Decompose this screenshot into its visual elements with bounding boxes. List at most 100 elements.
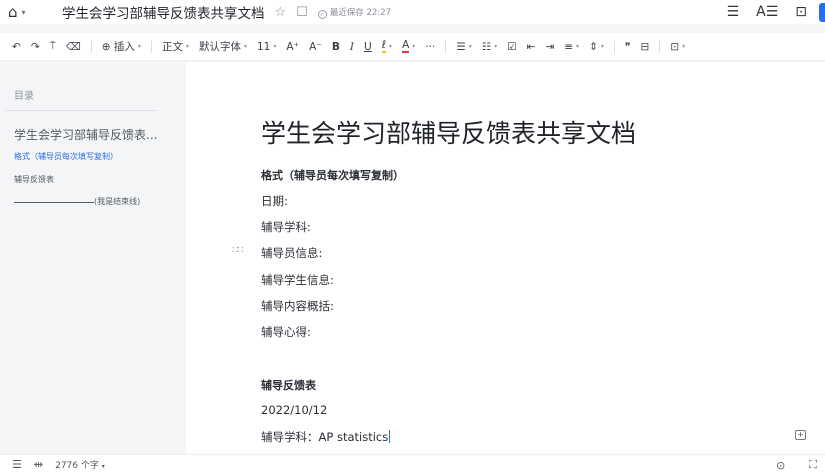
toolbar-divider (613, 40, 615, 53)
numbered-list-button[interactable]: ☷ ▾ (482, 41, 497, 53)
font-settings-icon[interactable]: A☰ (756, 4, 778, 20)
font-color-button[interactable]: A ▾ (402, 40, 415, 53)
outline-item-end-line[interactable]: (我是结束线) (14, 196, 140, 207)
entry-date[interactable]: 2022/10/12 (261, 403, 327, 417)
outline-item-feedback[interactable]: 辅导反馈表 (14, 174, 54, 185)
chevron-down-icon: ▾ (273, 43, 277, 50)
outdent-icon[interactable]: ⇤ (527, 41, 536, 53)
outline-toggle-icon[interactable]: ☰ (12, 458, 22, 471)
document-title[interactable]: 学生会学习部辅导反馈表共享文档 (62, 2, 265, 22)
format-heading[interactable]: 格式（辅导员每次填写复制） (261, 167, 404, 183)
entry-subject[interactable]: 辅导学科：AP statistics (261, 429, 391, 445)
status-bar: ☰ ⇹ 2776 个字 ▾ ⊙ ⛶ (0, 454, 825, 474)
outline-item-format[interactable]: 格式（辅导员每次填写复制） (14, 151, 118, 162)
undo-icon[interactable]: ↶ (12, 41, 21, 53)
title-bar-actions: ☰ A☰ ⊡ (710, 0, 825, 24)
home-menu[interactable]: ⌂ ▾ (8, 3, 40, 21)
save-status: ✓ 最近保存 22:27 (317, 6, 392, 19)
fullscreen-icon[interactable]: ⛶ (809, 458, 817, 472)
save-status-text: 最近保存 22:27 (329, 7, 392, 18)
decrease-font-icon[interactable]: A⁻ (309, 41, 322, 53)
align-button[interactable]: ≡ ▾ (564, 41, 579, 53)
tag-icon[interactable]: ☐ (296, 5, 308, 20)
section-heading[interactable]: 辅导反馈表 (261, 377, 316, 393)
chevron-down-icon: ▾ (494, 43, 498, 50)
end-line-label: (我是结束线) (94, 197, 141, 206)
line-spacing-icon: ⇕ (589, 40, 598, 53)
toolbar-divider (90, 40, 92, 53)
increase-font-icon[interactable]: A⁺ (286, 41, 299, 53)
field-content-summary[interactable]: 辅导内容概括: (261, 298, 334, 314)
chevron-down-icon: ▾ (600, 43, 604, 50)
todo-icon[interactable]: ☑ (507, 41, 516, 53)
outline-item-title[interactable]: 学生会学习部辅导反馈表... (14, 126, 157, 143)
highlight-icon: ℓ (381, 39, 387, 53)
field-tutor-info[interactable]: 辅导员信息: (261, 245, 322, 261)
ruler-icon[interactable]: ⇹ (34, 458, 43, 471)
font-size-select[interactable]: 11 ▾ (257, 41, 276, 53)
field-date[interactable]: 日期: (261, 193, 288, 209)
format-painter-icon[interactable]: ⍑ (50, 40, 56, 53)
chevron-down-icon: ▾ (682, 43, 686, 50)
redo-icon[interactable]: ↷ (31, 41, 40, 53)
chevron-down-icon: ▾ (412, 43, 416, 50)
word-count-text: 2776 个字 (55, 461, 99, 471)
chevron-down-icon: ▾ (137, 43, 141, 50)
drag-handle-icon[interactable]: ∷∷ (232, 245, 244, 256)
field-reflection[interactable]: 辅导心得: (261, 324, 311, 340)
outline-sidebar: 目录 学生会学习部辅导反馈表... 格式（辅导员每次填写复制） 辅导反馈表 (我… (0, 62, 186, 454)
word-count[interactable]: 2776 个字 ▾ (55, 458, 105, 471)
document-heading[interactable]: 学生会学习部辅导反馈表共享文档 (261, 114, 636, 150)
outline-divider (6, 110, 157, 111)
field-subject[interactable]: 辅导学科: (261, 219, 311, 235)
insert-label: ⊕ 插入 (101, 41, 135, 53)
chevron-down-icon: ▾ (243, 43, 247, 50)
font-color-icon: A (402, 39, 410, 53)
panel-button[interactable]: ⊡ ▾ (670, 41, 685, 53)
numbered-list-icon: ☷ (481, 40, 492, 53)
present-icon[interactable]: ⊡ (795, 4, 807, 20)
toolbar-divider (445, 40, 447, 53)
bullet-list-icon: ☰ (456, 40, 466, 53)
quote-icon[interactable]: ❞ (625, 41, 631, 53)
toolbar-divider (150, 40, 152, 53)
align-icon: ≡ (564, 40, 574, 53)
check-icon: ✓ (317, 9, 327, 19)
font-family-value: 默认字体 (198, 41, 241, 53)
entry-subject-text: 辅导学科：AP statistics (261, 430, 389, 444)
panel-icon: ⊡ (670, 40, 680, 53)
indent-icon[interactable]: ⇥ (545, 41, 554, 53)
clear-format-icon[interactable]: ⌫ (66, 41, 81, 53)
paragraph-style-select[interactable]: 正文 ▾ (162, 39, 189, 54)
insert-button[interactable]: ⊕ 插入 ▾ (102, 39, 141, 54)
add-comment-icon[interactable]: + (795, 430, 806, 440)
share-button-edge[interactable] (819, 2, 825, 22)
paragraph-style-value: 正文 (161, 41, 183, 53)
code-block-icon[interactable]: ⊟ (641, 41, 650, 53)
chevron-down-icon: ▾ (101, 463, 105, 470)
menu-icon[interactable]: ☰ (727, 4, 740, 20)
play-icon[interactable]: ⊙ (776, 459, 785, 472)
highlight-button[interactable]: ℓ ▾ (381, 39, 393, 53)
document-page[interactable]: 学生会学习部辅导反馈表共享文档 格式（辅导员每次填写复制） 日期: 辅导学科: … (186, 62, 825, 454)
more-icon[interactable]: ··· (425, 41, 435, 53)
outline-header: 目录 (14, 91, 34, 102)
formatting-toolbar: ↶ ↷ ⍑ ⌫ ⊕ 插入 ▾ 正文 ▾ 默认字体 ▾ 11 ▾ A⁺ A⁻ B I U … (0, 33, 825, 61)
text-cursor (389, 430, 391, 443)
chevron-down-icon: ▾ (389, 43, 393, 50)
bold-button[interactable]: B (332, 41, 340, 53)
underline-button[interactable]: U (364, 41, 372, 53)
home-icon[interactable]: ⌂ (8, 3, 18, 21)
font-size-value: 11 (256, 40, 271, 53)
title-bar: ⌂ ▾ 学生会学习部辅导反馈表共享文档 ☆ ☐ ✓ 最近保存 22:27 ☰ A☰… (0, 0, 825, 24)
field-student-info[interactable]: 辅导学生信息: (261, 272, 334, 288)
font-family-select[interactable]: 默认字体 ▾ (199, 39, 247, 54)
bullet-list-button[interactable]: ☰ ▾ (456, 41, 471, 53)
chevron-down-icon: ▾ (576, 43, 580, 50)
chevron-down-icon: ▾ (185, 43, 189, 50)
chevron-down-icon[interactable]: ▾ (22, 8, 26, 17)
italic-button[interactable]: I (350, 41, 354, 53)
line-spacing-button[interactable]: ⇕ ▾ (589, 41, 604, 53)
toolbar-divider (659, 40, 661, 53)
star-icon[interactable]: ☆ (275, 5, 287, 20)
